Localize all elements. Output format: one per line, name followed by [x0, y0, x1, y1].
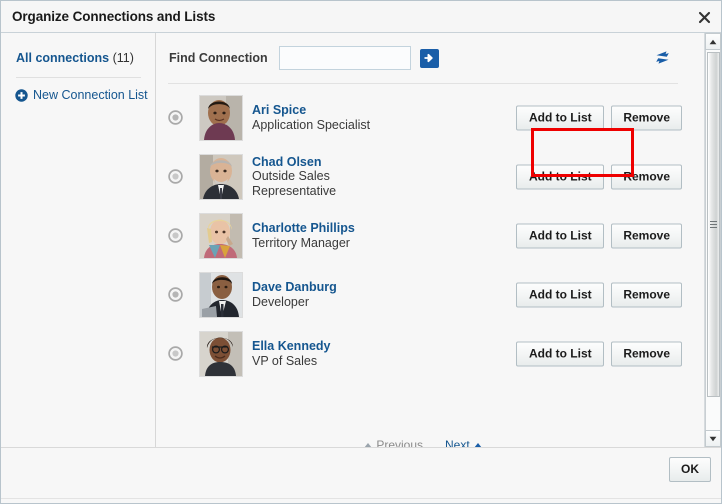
table-row[interactable]: Chad Olsen Outside Sales Representative … [156, 147, 690, 206]
row-actions: Add to List Remove [516, 164, 682, 189]
person-name[interactable]: Chad Olsen [252, 155, 382, 170]
radio-button[interactable] [168, 287, 183, 302]
contact-list: Ari Spice Application Specialist Add to … [156, 84, 690, 383]
dialog-title: Organize Connections and Lists [12, 9, 215, 24]
sidebar-item-all-connections[interactable]: All connections (11) [1, 49, 155, 67]
radio-button[interactable] [168, 228, 183, 243]
dialog-footer: OK [1, 447, 722, 504]
table-row[interactable]: Dave Danburg Developer Add to List Remov… [156, 265, 690, 324]
avatar-ella-kennedy [199, 331, 243, 377]
add-to-list-button[interactable]: Add to List [516, 105, 604, 130]
row-actions: Add to List Remove [516, 282, 682, 307]
grip-icon [710, 219, 717, 230]
close-icon[interactable] [691, 5, 717, 29]
radio-button[interactable] [168, 346, 183, 361]
all-connections-label: All connections [16, 51, 109, 65]
next-page-link[interactable]: Next [445, 438, 482, 447]
row-actions: Add to List Remove [516, 223, 682, 248]
search-input[interactable] [279, 46, 411, 70]
radio-button[interactable] [168, 110, 183, 125]
radio-button[interactable] [168, 169, 183, 184]
remove-button[interactable]: Remove [611, 282, 682, 307]
footer-divider [1, 498, 722, 499]
remove-button[interactable]: Remove [611, 164, 682, 189]
table-row[interactable]: Ella Kennedy VP of Sales Add to List Rem… [156, 324, 690, 383]
avatar-chad-olsen [199, 154, 243, 200]
add-to-list-button[interactable]: Add to List [516, 164, 604, 189]
scrollbar-track[interactable] [705, 50, 721, 430]
swap-arrows-icon[interactable] [652, 47, 672, 67]
sidebar-divider [16, 77, 141, 78]
avatar-charlotte-phillips [199, 213, 243, 259]
ok-button[interactable]: OK [669, 457, 711, 482]
remove-button[interactable]: Remove [611, 105, 682, 130]
previous-page-link[interactable]: Previous [364, 438, 423, 447]
person-title: Application Specialist [252, 118, 370, 133]
search-row: Find Connection [156, 33, 690, 83]
person-title: Territory Manager [252, 236, 355, 251]
person-name[interactable]: Dave Danburg [252, 280, 337, 295]
find-connection-label: Find Connection [169, 51, 268, 65]
avatar-ari-spice [199, 95, 243, 141]
scroll-down-icon[interactable] [705, 430, 721, 447]
remove-button[interactable]: Remove [611, 223, 682, 248]
all-connections-count: (11) [113, 51, 134, 65]
person-name[interactable]: Ari Spice [252, 103, 370, 118]
new-connection-list-button[interactable]: New Connection List [1, 88, 155, 102]
person-title: VP of Sales [252, 354, 331, 369]
add-to-list-button[interactable]: Add to List [516, 341, 604, 366]
scrollbar-thumb[interactable] [707, 52, 720, 397]
person-info: Chad Olsen Outside Sales Representative [252, 155, 382, 199]
person-title: Outside Sales Representative [252, 169, 382, 198]
row-actions: Add to List Remove [516, 341, 682, 366]
previous-page-label: Previous [376, 438, 423, 447]
next-page-label: Next [445, 438, 470, 447]
vertical-scrollbar[interactable] [704, 33, 721, 447]
person-name[interactable]: Charlotte Phillips [252, 221, 355, 236]
person-title: Developer [252, 295, 337, 310]
person-info: Ari Spice Application Specialist [252, 103, 370, 132]
table-row[interactable]: Ari Spice Application Specialist Add to … [156, 88, 690, 147]
arrow-right-icon[interactable] [420, 49, 439, 68]
connections-panel: Find Connection [156, 33, 690, 447]
sidebar: All connections (11) New Connection List [1, 33, 156, 447]
scroll-up-icon[interactable] [705, 33, 721, 50]
person-info: Ella Kennedy VP of Sales [252, 339, 331, 368]
add-to-list-button[interactable]: Add to List [516, 282, 604, 307]
remove-button[interactable]: Remove [611, 341, 682, 366]
person-name[interactable]: Ella Kennedy [252, 339, 331, 354]
person-info: Dave Danburg Developer [252, 280, 337, 309]
pagination: Previous Next [156, 436, 690, 447]
new-connection-list-label: New Connection List [33, 88, 148, 102]
row-actions: Add to List Remove [516, 105, 682, 130]
person-info: Charlotte Phillips Territory Manager [252, 221, 355, 250]
avatar-dave-danburg [199, 272, 243, 318]
dialog-titlebar: Organize Connections and Lists [1, 1, 722, 33]
plus-circle-icon [15, 89, 28, 102]
add-to-list-button[interactable]: Add to List [516, 223, 604, 248]
organize-connections-dialog: Organize Connections and Lists All conne… [0, 0, 722, 504]
table-row[interactable]: Charlotte Phillips Territory Manager Add… [156, 206, 690, 265]
